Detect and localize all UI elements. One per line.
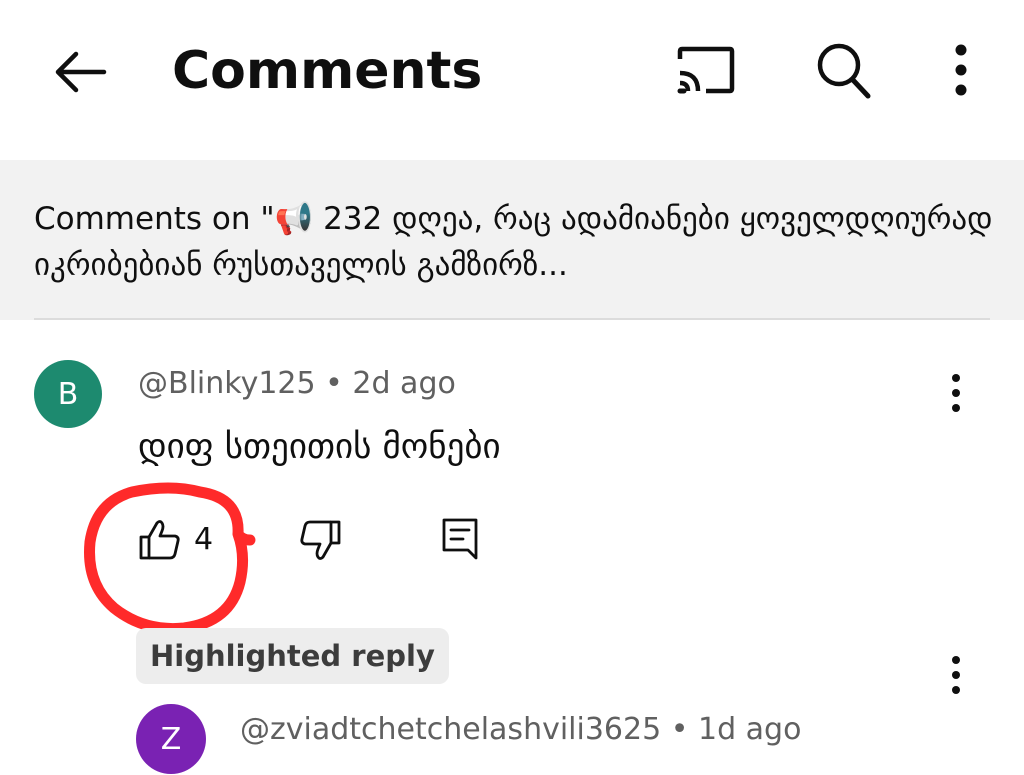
arrow-left-icon: [55, 51, 107, 93]
thumbs-up-icon: [139, 520, 180, 560]
avatar-initial: Z: [160, 721, 182, 757]
reply-comment-icon: [442, 518, 478, 560]
video-context-text: Comments on "📢 232 დღეა, რაც ადამიანები …: [34, 196, 994, 288]
comment-time: 2d ago: [352, 366, 456, 401]
comment-meta: @Blinky125 • 2d ago: [138, 364, 456, 404]
avatar[interactable]: B: [34, 360, 102, 428]
like-button[interactable]: [138, 518, 182, 562]
reply-time: 1d ago: [697, 712, 802, 747]
more-vertical-icon: [952, 374, 960, 412]
comment-text: დიფ სთეითის მონები: [138, 427, 501, 467]
divider: [34, 318, 990, 320]
comments-screen: Comments Comments on "📢 232 დღეა, რაც ად…: [0, 0, 1024, 775]
reply-meta: @zviadtchetchelashvili3625 • 1d ago: [240, 710, 801, 750]
meta-separator: •: [325, 366, 343, 401]
reply-button[interactable]: [440, 516, 480, 562]
comment-author[interactable]: @Blinky125: [138, 366, 316, 401]
more-vertical-icon: [952, 656, 960, 694]
video-context-banner[interactable]: Comments on "📢 232 დღეა, რაც ადამიანები …: [0, 160, 1024, 320]
reply-author[interactable]: @zviadtchetchelashvili3625: [240, 712, 661, 747]
reply-options-button[interactable]: [936, 650, 976, 700]
highlighted-reply-badge: Highlighted reply: [136, 628, 449, 684]
reply-avatar[interactable]: Z: [136, 704, 206, 774]
more-options-button[interactable]: [935, 38, 987, 102]
cast-button[interactable]: [672, 40, 738, 100]
thumbs-down-icon: [300, 520, 341, 560]
megaphone-icon: 📢: [274, 201, 314, 237]
search-icon: [817, 43, 871, 99]
back-button[interactable]: [48, 42, 112, 102]
avatar-initial: B: [57, 376, 79, 412]
dislike-button[interactable]: [298, 518, 342, 562]
search-button[interactable]: [810, 38, 876, 102]
reply-text-cut-off: [240, 768, 800, 775]
cast-icon: [677, 46, 735, 94]
meta-separator: •: [670, 712, 689, 747]
context-prefix: Comments on ": [34, 201, 275, 237]
like-count: 4: [194, 522, 214, 557]
comment-options-button[interactable]: [936, 368, 976, 418]
more-vertical-icon: [955, 44, 967, 96]
top-app-bar: Comments: [0, 0, 1024, 150]
page-title: Comments: [172, 41, 483, 101]
